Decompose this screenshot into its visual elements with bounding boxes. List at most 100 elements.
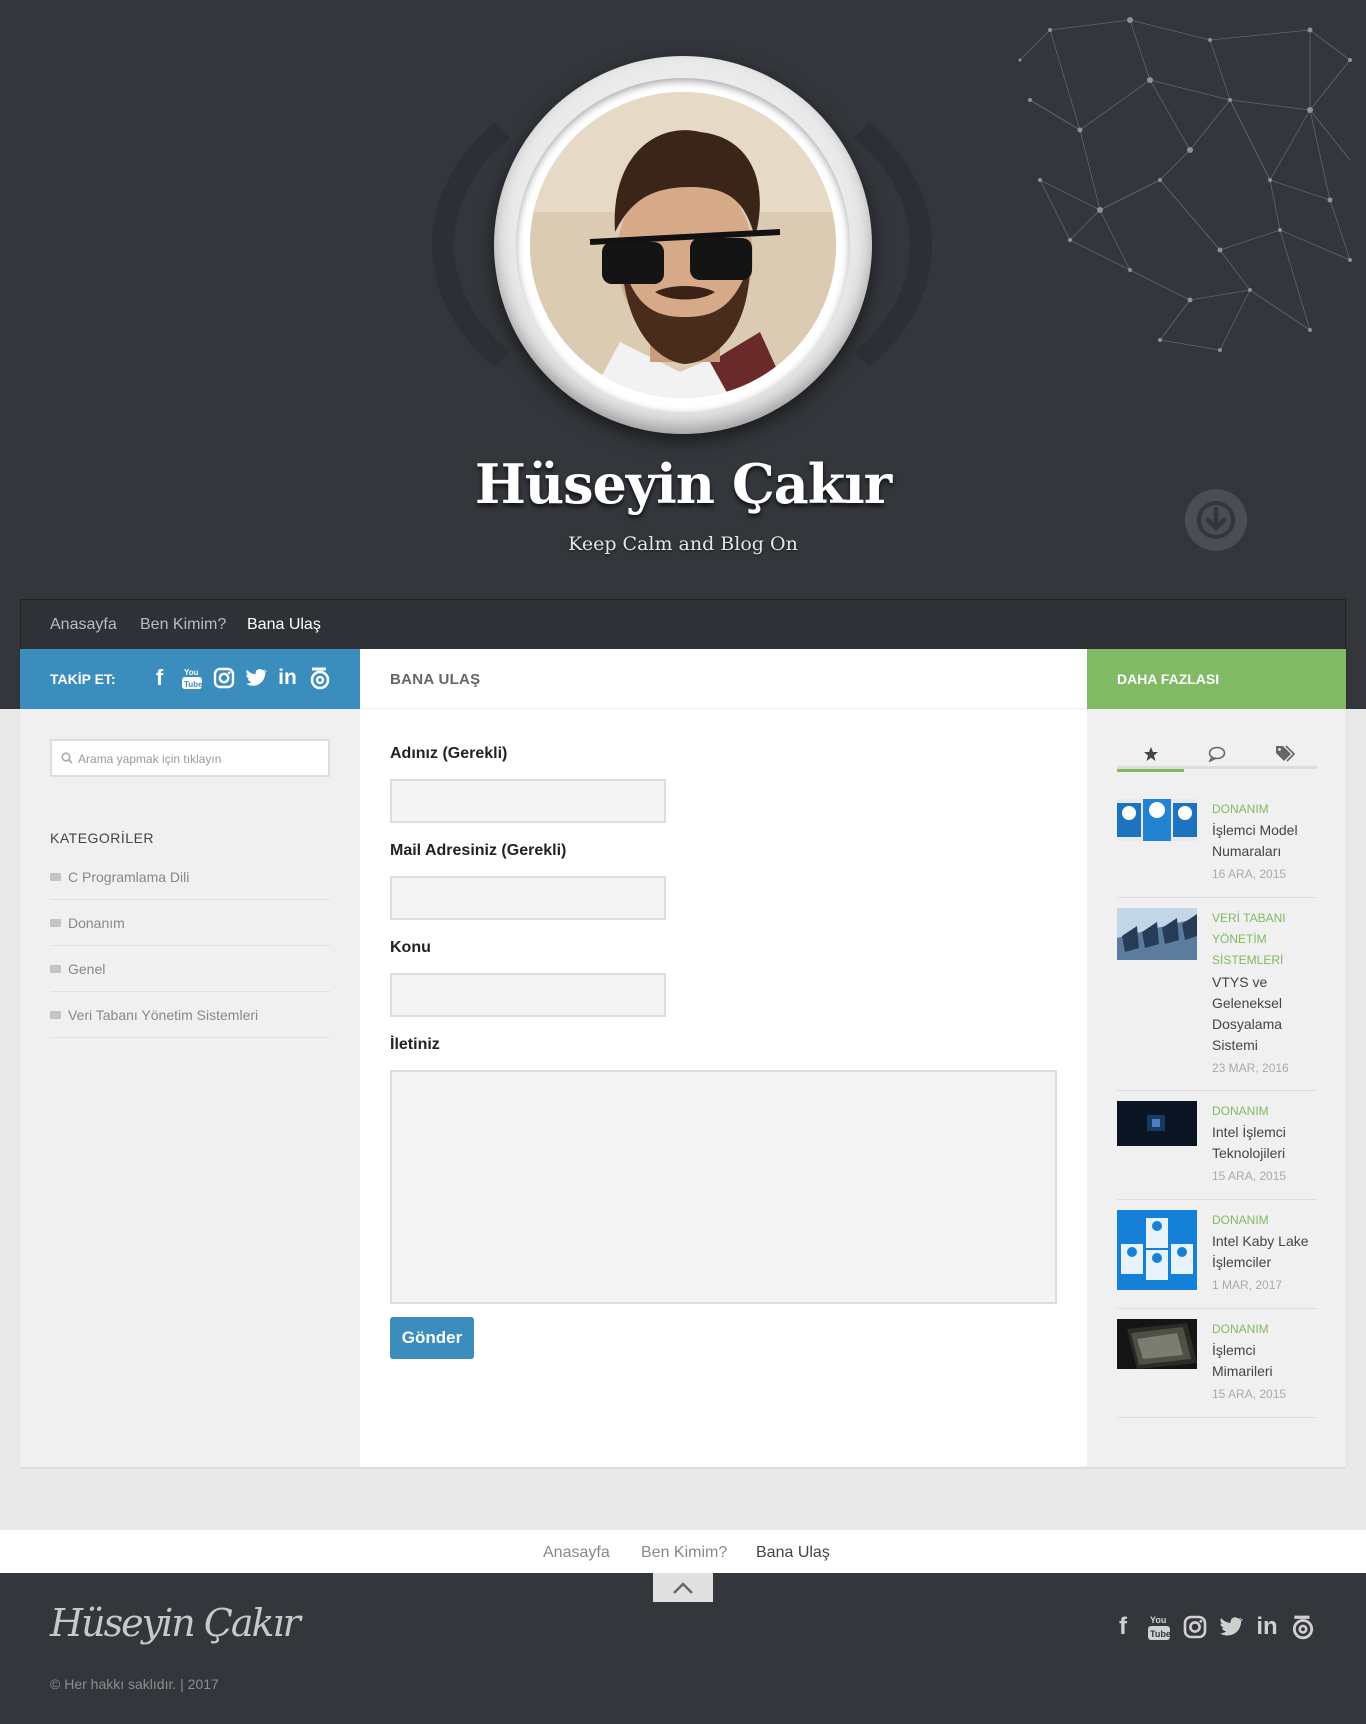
twitter-icon[interactable] — [1218, 1611, 1244, 1643]
more-title: DAHA FAZLASI — [1117, 671, 1220, 687]
email-label: Mail Adresiniz (Gerekli) — [390, 842, 567, 859]
blog-icon[interactable] — [1290, 1611, 1316, 1643]
post-title[interactable]: Geleneksel — [1212, 993, 1282, 1014]
post-date: 1 MAR, 2017 — [1212, 1278, 1283, 1292]
site-title[interactable]: Hüseyin Çakır — [0, 452, 1366, 516]
category-item[interactable]: Genel — [50, 946, 330, 992]
comments-icon — [1208, 746, 1225, 762]
network-decoration — [1018, 17, 1352, 352]
footer-nav-contact[interactable]: Bana Ulaş — [756, 1544, 830, 1562]
footer-nav-home[interactable]: Anasayfa — [543, 1544, 610, 1562]
post-thumbnail — [1117, 908, 1197, 960]
category-item[interactable]: C Programlama Dili — [50, 854, 330, 900]
nav-item-home[interactable]: Anasayfa — [50, 616, 117, 634]
svg-text:You: You — [184, 668, 199, 677]
post-category[interactable]: VERİ TABANI — [1212, 908, 1286, 929]
follow-title: TAKİP ET: — [50, 671, 116, 687]
post-item[interactable]: DONANIM İşlemci Model Numaraları 16 ARA,… — [1117, 799, 1317, 898]
categories-list: C Programlama Dili Donanım Genel Veri Ta… — [50, 854, 330, 1038]
post-title[interactable]: VTYS ve — [1212, 972, 1267, 993]
post-thumbnail — [1117, 1319, 1197, 1369]
left-sidebar: Arama yapmak için tıklayın KATEGORİLER C… — [20, 709, 360, 1467]
post-category[interactable]: SİSTEMLERİ — [1212, 950, 1283, 971]
post-title[interactable]: Intel Kaby Lake — [1212, 1231, 1309, 1252]
youtube-icon[interactable]: You Tube — [1146, 1611, 1172, 1643]
tab-comments[interactable] — [1184, 739, 1251, 769]
main-nav: Anasayfa Ben Kimim? Bana Ulaş — [20, 599, 1346, 649]
search-input[interactable]: Arama yapmak için tıklayın — [50, 739, 330, 777]
post-date: 15 ARA, 2015 — [1212, 1387, 1287, 1401]
name-field[interactable] — [390, 779, 666, 823]
post-title[interactable]: Numaraları — [1212, 841, 1281, 862]
post-title[interactable]: Dosyalama — [1212, 1014, 1282, 1035]
instagram-icon[interactable] — [1182, 1611, 1208, 1643]
post-title[interactable]: Intel İşlemci — [1212, 1122, 1286, 1143]
post-item[interactable]: DONANIM Intel İşlemci Teknolojileri 15 A… — [1117, 1101, 1317, 1200]
chevron-up-icon — [673, 1581, 693, 1594]
profile-photo — [530, 92, 836, 398]
post-title[interactable]: Mimarileri — [1212, 1361, 1273, 1382]
post-date: 23 MAR, 2016 — [1212, 1061, 1289, 1075]
name-label: Adınız (Gerekli) — [390, 745, 508, 762]
post-date: 15 ARA, 2015 — [1212, 1169, 1287, 1183]
message-textarea[interactable] — [390, 1070, 1057, 1304]
more-bar: DAHA FAZLASI — [1087, 649, 1346, 709]
email-field[interactable] — [390, 876, 666, 920]
folder-icon — [50, 872, 61, 881]
categories-title: KATEGORİLER — [50, 830, 155, 846]
page-title: BANA ULAŞ — [390, 671, 481, 688]
post-item[interactable]: VERİ TABANI YÖNETİM SİSTEMLERİ VTYS ve G… — [1117, 908, 1317, 1091]
site-description: Keep Calm and Blog On — [568, 533, 798, 555]
content-header: BANA ULAŞ — [360, 649, 1087, 709]
post-item[interactable]: DONANIM İşlemci Mimarileri 15 ARA, 2015 — [1117, 1319, 1317, 1418]
linkedin-icon[interactable]: in — [276, 663, 299, 693]
post-category[interactable]: YÖNETİM — [1212, 929, 1267, 950]
subject-label: Konu — [390, 939, 431, 956]
tab-tags[interactable] — [1251, 739, 1318, 769]
scroll-down-button[interactable] — [1185, 489, 1247, 551]
site-footer: Hüseyin Çakır © Her hakkı saklıdır. | 20… — [0, 1573, 1366, 1724]
category-item[interactable]: Veri Tabanı Yönetim Sistemleri — [50, 992, 330, 1038]
send-button[interactable]: Gönder — [390, 1317, 474, 1359]
back-to-top-button[interactable] — [653, 1573, 713, 1602]
youtube-icon[interactable]: You Tube — [180, 663, 203, 693]
main-panel: TAKİP ET: f You Tube in Arama yapmak için… — [20, 649, 1346, 1467]
post-title[interactable]: İşlemci Model — [1212, 820, 1298, 841]
svg-text:Tube: Tube — [184, 680, 202, 689]
tags-icon — [1275, 745, 1295, 762]
post-title[interactable]: Sistemi — [1212, 1035, 1258, 1056]
post-title[interactable]: İşlemciler — [1212, 1252, 1271, 1273]
post-category[interactable]: DONANIM — [1212, 799, 1269, 820]
facebook-icon[interactable]: f — [148, 663, 171, 693]
linkedin-icon[interactable]: in — [1254, 1611, 1280, 1643]
svg-text:Tube: Tube — [1150, 1629, 1170, 1639]
twitter-icon[interactable] — [244, 663, 267, 693]
star-icon — [1143, 747, 1158, 761]
signature-logo: Hüseyin Çakır — [50, 1601, 301, 1645]
follow-bar: TAKİP ET: f You Tube in — [20, 649, 360, 709]
tab-popular[interactable] — [1117, 739, 1184, 772]
folder-icon — [50, 1010, 61, 1019]
footer-nav: Anasayfa Ben Kimim? Bana Ulaş — [0, 1530, 1366, 1573]
post-item[interactable]: DONANIM Intel Kaby Lake İşlemciler 1 MAR… — [1117, 1210, 1317, 1309]
post-title[interactable]: İşlemci — [1212, 1340, 1256, 1361]
post-thumbnail — [1117, 1210, 1197, 1290]
facebook-icon[interactable]: f — [1110, 1611, 1136, 1643]
nav-item-contact[interactable]: Bana Ulaş — [247, 616, 321, 634]
category-item[interactable]: Donanım — [50, 900, 330, 946]
search-icon — [61, 752, 73, 764]
arrow-down-icon — [1197, 501, 1235, 539]
post-category[interactable]: DONANIM — [1212, 1319, 1269, 1340]
footer-nav-about[interactable]: Ben Kimim? — [641, 1544, 727, 1562]
message-label: İletiniz — [390, 1036, 440, 1053]
post-category[interactable]: DONANIM — [1212, 1101, 1269, 1122]
post-thumbnail — [1117, 799, 1197, 841]
nav-item-about[interactable]: Ben Kimim? — [140, 616, 226, 634]
post-title[interactable]: Teknolojileri — [1212, 1143, 1285, 1164]
subject-field[interactable] — [390, 973, 666, 1017]
instagram-icon[interactable] — [212, 663, 235, 693]
copyright-text: © Her hakkı saklıdır. | 2017 — [50, 1676, 219, 1692]
post-category[interactable]: DONANIM — [1212, 1210, 1269, 1231]
blog-icon[interactable] — [308, 663, 331, 693]
svg-text:You: You — [1150, 1615, 1166, 1625]
